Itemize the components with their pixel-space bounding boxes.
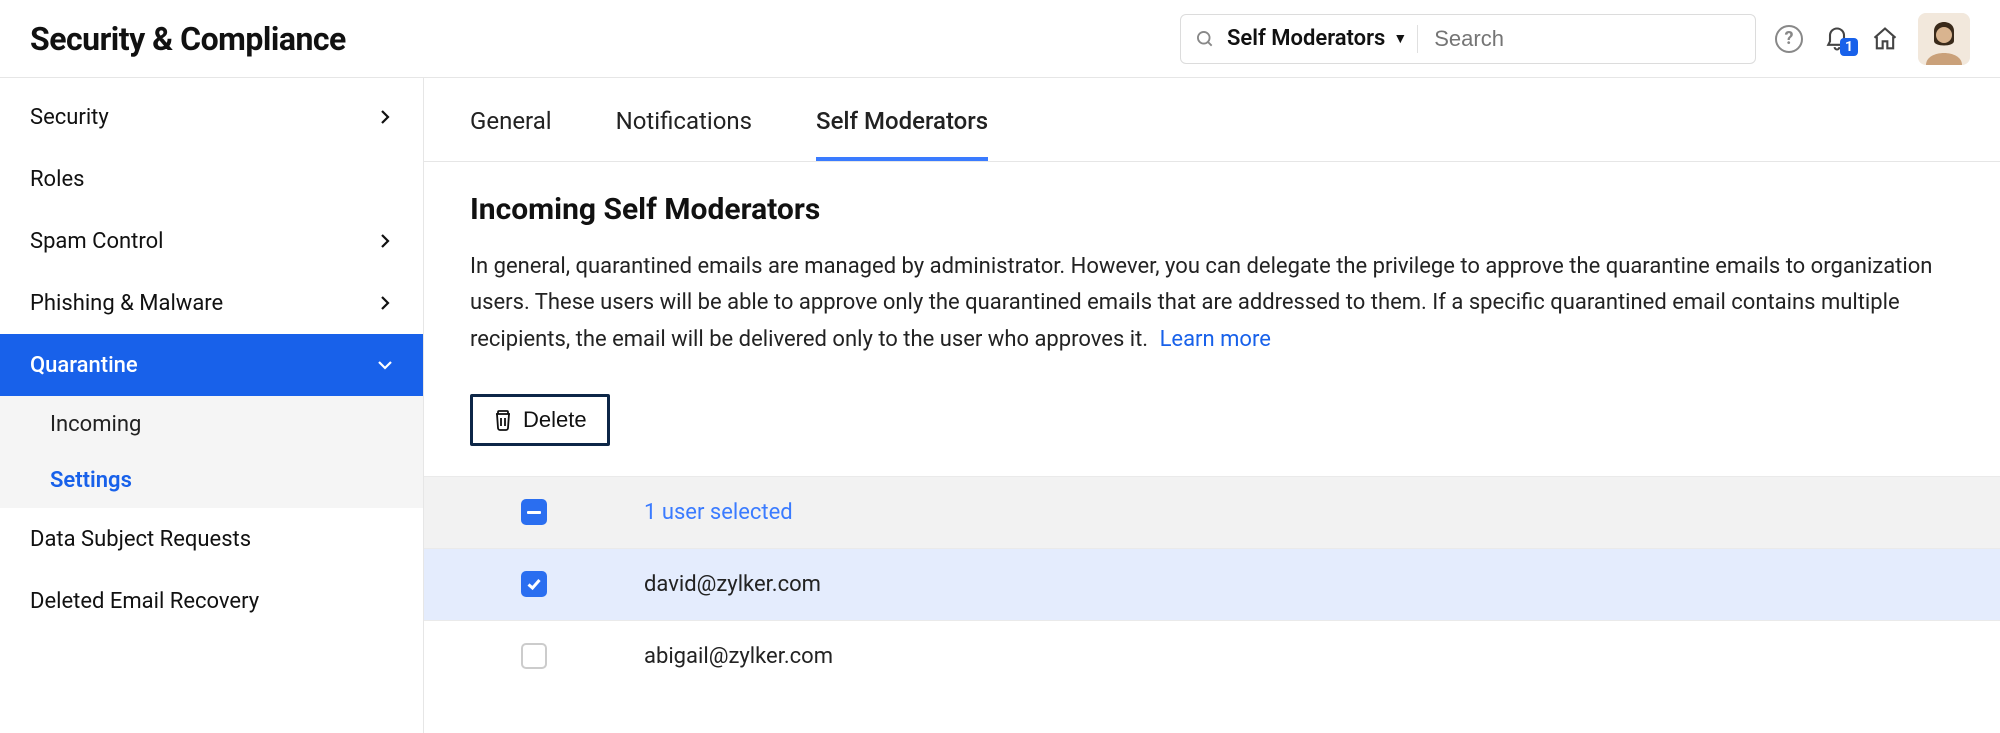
sidebar-item-label: Security bbox=[30, 105, 109, 130]
select-all-checkbox[interactable] bbox=[521, 499, 547, 525]
sidebar-sub-label: Incoming bbox=[50, 412, 141, 437]
sidebar-sub-incoming[interactable]: Incoming bbox=[0, 396, 423, 452]
sidebar-sub-label: Settings bbox=[50, 468, 132, 493]
sidebar-sub-quarantine: Incoming Settings bbox=[0, 396, 423, 508]
help-button[interactable]: ? bbox=[1774, 24, 1804, 54]
search-scope-label[interactable]: Self Moderators bbox=[1227, 26, 1385, 51]
row-checkbox[interactable] bbox=[521, 571, 547, 597]
home-icon bbox=[1871, 25, 1899, 53]
chevron-right-icon bbox=[377, 295, 393, 311]
sidebar-item-spam-control[interactable]: Spam Control bbox=[0, 210, 423, 272]
delete-button-label: Delete bbox=[523, 407, 587, 433]
sidebar-item-quarantine[interactable]: Quarantine bbox=[0, 334, 423, 396]
sidebar-item-label: Roles bbox=[30, 167, 84, 192]
delete-button[interactable]: Delete bbox=[470, 394, 610, 446]
learn-more-link[interactable]: Learn more bbox=[1160, 327, 1271, 352]
page-title: Security & Compliance bbox=[30, 20, 346, 58]
sidebar-item-label: Phishing & Malware bbox=[30, 291, 223, 316]
tab-notifications[interactable]: Notifications bbox=[616, 107, 752, 161]
tab-self-moderators[interactable]: Self Moderators bbox=[816, 107, 988, 161]
section-description: In general, quarantined emails are manag… bbox=[470, 249, 1954, 358]
sidebar-item-label: Deleted Email Recovery bbox=[30, 589, 259, 614]
home-button[interactable] bbox=[1870, 24, 1900, 54]
search-icon bbox=[1195, 29, 1215, 49]
table-row[interactable]: david@zylker.com bbox=[424, 548, 2000, 620]
section-title: Incoming Self Moderators bbox=[470, 192, 1954, 227]
sidebar-sub-settings[interactable]: Settings bbox=[0, 452, 423, 508]
table-row[interactable]: abigail@zylker.com bbox=[424, 620, 2000, 692]
sidebar-item-label: Data Subject Requests bbox=[30, 527, 251, 552]
moderators-table: 1 user selected david@zylker.com abigail… bbox=[424, 476, 2000, 692]
chevron-right-icon bbox=[377, 109, 393, 125]
tab-general[interactable]: General bbox=[470, 107, 552, 161]
chevron-down-icon bbox=[377, 357, 393, 373]
sidebar-item-label: Quarantine bbox=[30, 353, 138, 378]
chevron-right-icon bbox=[377, 233, 393, 249]
sidebar-item-data-subject-requests[interactable]: Data Subject Requests bbox=[0, 508, 423, 570]
sidebar-item-security[interactable]: Security bbox=[0, 86, 423, 148]
sidebar: Security Roles Spam Control Phishing & M… bbox=[0, 78, 424, 733]
search-box[interactable]: Self Moderators ▼ bbox=[1180, 14, 1756, 64]
notification-badge: 1 bbox=[1840, 38, 1858, 56]
tabs: General Notifications Self Moderators bbox=[424, 78, 2000, 162]
avatar-image bbox=[1918, 13, 1970, 65]
search-input[interactable] bbox=[1434, 26, 1741, 52]
row-checkbox[interactable] bbox=[521, 643, 547, 669]
trash-icon bbox=[493, 409, 513, 431]
caret-down-icon[interactable]: ▼ bbox=[1393, 30, 1407, 47]
row-email: abigail@zylker.com bbox=[644, 644, 2000, 669]
avatar[interactable] bbox=[1918, 13, 1970, 65]
sidebar-item-label: Spam Control bbox=[30, 229, 163, 254]
sidebar-item-deleted-email-recovery[interactable]: Deleted Email Recovery bbox=[0, 570, 423, 632]
sidebar-item-roles[interactable]: Roles bbox=[0, 148, 423, 210]
row-email: david@zylker.com bbox=[644, 572, 2000, 597]
table-header-row: 1 user selected bbox=[424, 476, 2000, 548]
selection-count: 1 user selected bbox=[644, 500, 2000, 525]
help-icon: ? bbox=[1775, 25, 1803, 53]
notifications-button[interactable]: 1 bbox=[1822, 24, 1852, 54]
divider bbox=[1417, 25, 1418, 53]
sidebar-item-phishing-malware[interactable]: Phishing & Malware bbox=[0, 272, 423, 334]
